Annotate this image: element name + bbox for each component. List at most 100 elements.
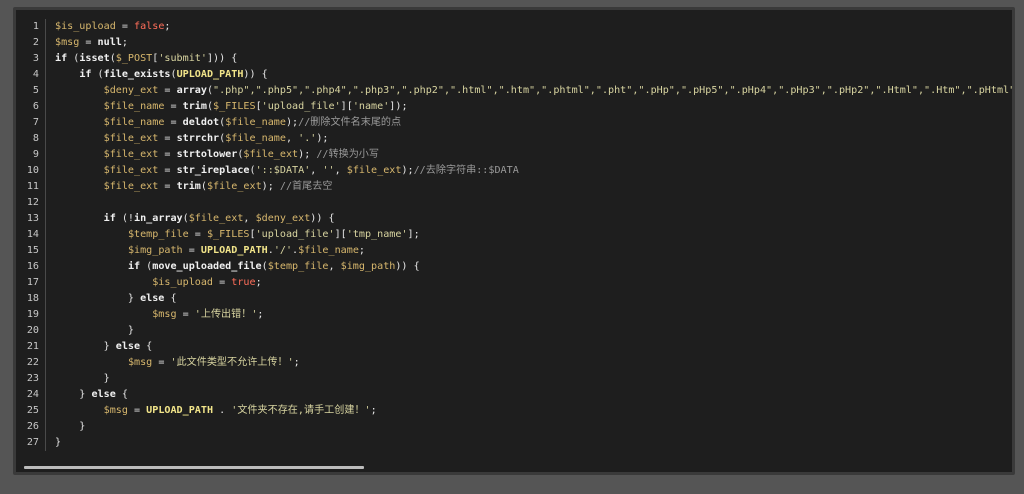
code-token: = bbox=[158, 181, 177, 192]
code-token: (! bbox=[115, 213, 135, 224]
code-editor[interactable]: 1 $is_upload = false; 2 $msg = null; 3 if (is… bbox=[16, 19, 1012, 459]
code-token: $file_ext bbox=[103, 149, 159, 160]
code-token: } bbox=[55, 293, 141, 304]
line-number: 11 bbox=[26, 181, 39, 192]
code-token: = bbox=[152, 357, 171, 368]
code-token: } bbox=[55, 421, 86, 432]
code-token: { bbox=[140, 341, 153, 352]
code-line: 14 $temp_file = $_FILES['upload_file']['… bbox=[16, 227, 1012, 243]
code-token: = bbox=[188, 229, 207, 240]
code-token: } bbox=[55, 325, 135, 336]
code-token: , bbox=[285, 133, 299, 144]
gutter-separator bbox=[45, 35, 46, 51]
code-token: , bbox=[334, 165, 347, 176]
code-token: false bbox=[134, 21, 165, 32]
gutter-separator bbox=[45, 83, 46, 99]
code-token: = bbox=[115, 21, 135, 32]
horizontal-scrollbar[interactable] bbox=[16, 464, 1012, 472]
code-token: //转换为小写 bbox=[316, 149, 379, 160]
code-line: 27} bbox=[16, 435, 1012, 451]
line-number: 27 bbox=[26, 437, 39, 448]
horizontal-scrollbar-thumb[interactable] bbox=[24, 466, 364, 469]
code-token: strtolower bbox=[176, 149, 238, 160]
code-token: ( bbox=[140, 261, 153, 272]
code-token: ; bbox=[358, 245, 365, 256]
line-number: 15 bbox=[26, 245, 39, 256]
code-line: 11 $file_ext = trim($file_ext); //首尾去空 bbox=[16, 179, 1012, 195]
code-token: move_uploaded_file bbox=[152, 261, 262, 272]
code-token: $temp_file bbox=[267, 261, 329, 272]
gutter-separator bbox=[45, 19, 46, 35]
code-token: UPLOAD_PATH bbox=[146, 405, 214, 416]
code-token: = bbox=[127, 405, 147, 416]
code-token: = bbox=[79, 37, 98, 48]
line-number: 25 bbox=[26, 405, 39, 416]
code-token: trim bbox=[182, 101, 207, 112]
code-text: $file_ext = trim($file_ext); //首尾去空 bbox=[55, 179, 333, 195]
line-number: 18 bbox=[26, 293, 39, 304]
code-line: 6 $file_name = trim($_FILES['upload_file… bbox=[16, 99, 1012, 115]
code-text: if (file_exists(UPLOAD_PATH)) { bbox=[55, 67, 267, 83]
code-text: } else { bbox=[55, 339, 153, 355]
code-token: isset bbox=[79, 53, 110, 64]
code-token: $img_path bbox=[340, 261, 396, 272]
code-token: , bbox=[310, 165, 323, 176]
code-token: . bbox=[213, 405, 232, 416]
code-text: } else { bbox=[55, 291, 177, 307]
code-token: } bbox=[55, 341, 116, 352]
code-text: } bbox=[55, 419, 85, 435]
code-line: 10 $file_ext = str_ireplace('::$DATA', '… bbox=[16, 163, 1012, 179]
code-token: = bbox=[158, 133, 177, 144]
code-token: $file_ext bbox=[103, 181, 159, 192]
code-line: 21 } else { bbox=[16, 339, 1012, 355]
code-token: ; bbox=[121, 37, 128, 48]
code-text: $msg = UPLOAD_PATH . '文件夹不存在,请手工创建！'; bbox=[55, 403, 377, 419]
gutter-separator bbox=[45, 419, 46, 435]
code-token: $msg bbox=[55, 37, 80, 48]
code-text: $file_ext = strrchr($file_name, '.'); bbox=[55, 131, 329, 147]
code-token: $file_name bbox=[103, 117, 165, 128]
code-token: = bbox=[158, 149, 177, 160]
code-token: ; bbox=[164, 21, 171, 32]
code-token: $_POST bbox=[115, 53, 153, 64]
code-token: = bbox=[164, 101, 183, 112]
code-line: 22 $msg = '此文件类型不允许上传！'; bbox=[16, 355, 1012, 371]
code-line: 23 } bbox=[16, 371, 1012, 387]
code-token: ); bbox=[401, 165, 414, 176]
code-token: 'upload_file' bbox=[255, 229, 335, 240]
gutter-separator bbox=[45, 243, 46, 259]
code-line: 8 $file_ext = strrchr($file_name, '.'); bbox=[16, 131, 1012, 147]
code-token: ][ bbox=[340, 101, 353, 112]
gutter-separator bbox=[45, 99, 46, 115]
gutter-separator bbox=[45, 211, 46, 227]
code-token: $file_ext bbox=[188, 213, 244, 224]
code-token: //首尾去空 bbox=[279, 181, 333, 192]
code-token: '::$DATA' bbox=[255, 165, 311, 176]
code-token: ( bbox=[91, 69, 104, 80]
gutter-separator bbox=[45, 307, 46, 323]
code-line: 9 $file_ext = strtolower($file_ext); //转… bbox=[16, 147, 1012, 163]
code-token: 'tmp_name' bbox=[346, 229, 408, 240]
code-token: '.' bbox=[298, 133, 317, 144]
code-line: 12 bbox=[16, 195, 1012, 211]
code-token: ( bbox=[67, 53, 80, 64]
line-number: 8 bbox=[32, 133, 39, 144]
gutter-separator bbox=[45, 403, 46, 419]
code-text: if (isset($_POST['submit'])) { bbox=[55, 51, 237, 67]
code-token: } bbox=[55, 437, 62, 448]
code-line: 4 if (file_exists(UPLOAD_PATH)) { bbox=[16, 67, 1012, 83]
code-line: 1 $is_upload = false; bbox=[16, 19, 1012, 35]
line-number: 17 bbox=[26, 277, 39, 288]
code-token: ); bbox=[298, 149, 317, 160]
code-token: '' bbox=[322, 165, 335, 176]
